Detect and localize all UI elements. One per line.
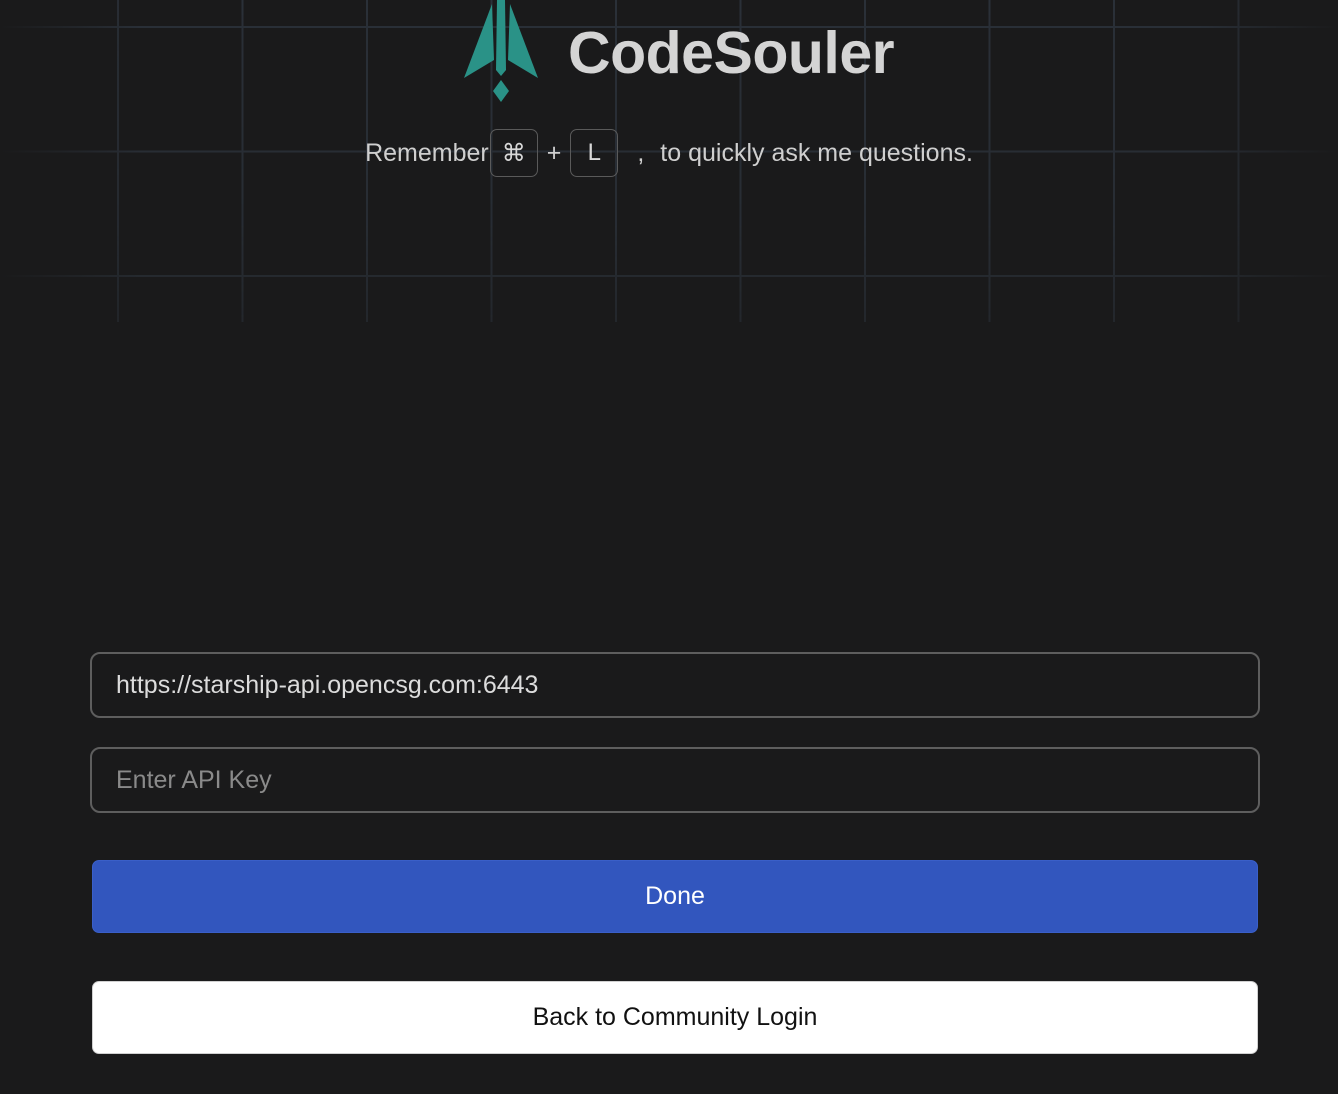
shortcut-hint: Remember ⌘ + L , to quickly ask me quest… xyxy=(0,128,1338,178)
login-page: CodeSouler Remember ⌘ + L , to quickly a… xyxy=(0,0,1338,1094)
hint-prefix: Remember xyxy=(365,138,489,167)
done-button-label: Done xyxy=(645,882,705,910)
command-key: ⌘ xyxy=(489,129,538,177)
api-key-input[interactable] xyxy=(90,747,1260,813)
done-button[interactable]: Done xyxy=(92,860,1258,933)
brand-name: CodeSouler xyxy=(568,20,895,86)
rocket-logo-icon xyxy=(464,0,538,102)
back-button-label: Back to Community Login xyxy=(532,1003,818,1031)
server-url-input[interactable] xyxy=(90,652,1260,718)
l-key: L xyxy=(570,129,619,177)
back-to-community-login-button[interactable]: Back to Community Login xyxy=(92,981,1258,1054)
hint-plus: + xyxy=(546,138,562,167)
hint-separator: , xyxy=(637,138,645,167)
hint-suffix: to quickly ask me questions. xyxy=(660,138,973,167)
brand-header: CodeSouler xyxy=(462,0,895,105)
